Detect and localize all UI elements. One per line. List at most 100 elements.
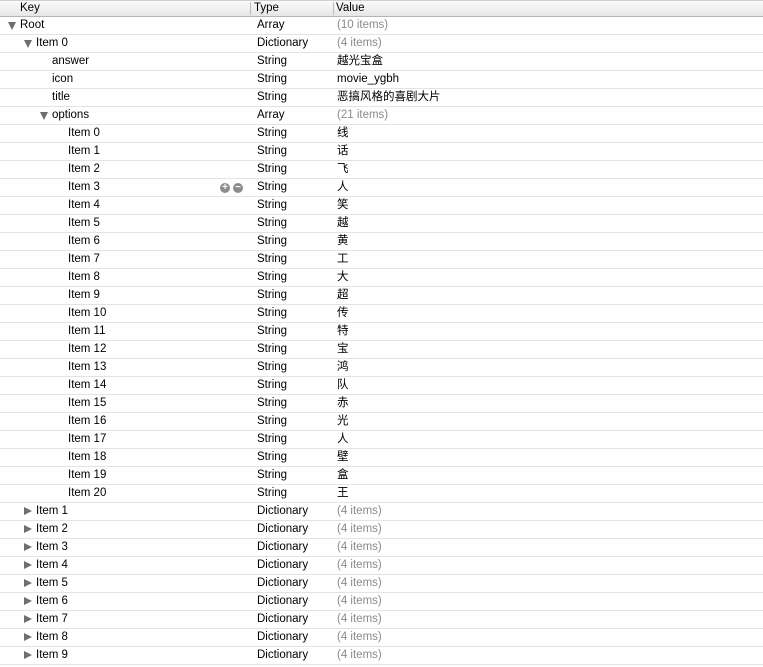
- plist-row[interactable]: Item 0 Dictionary (4 items): [0, 35, 763, 53]
- row-type[interactable]: String: [257, 377, 287, 394]
- row-value[interactable]: (4 items): [337, 629, 382, 646]
- plist-row[interactable]: Item 16 String 光: [0, 413, 763, 431]
- row-key[interactable]: Item 12: [68, 341, 106, 358]
- row-type[interactable]: String: [257, 287, 287, 304]
- row-key[interactable]: Item 10: [68, 305, 106, 322]
- row-key[interactable]: Item 7: [68, 251, 100, 268]
- row-key[interactable]: Item 9: [68, 287, 100, 304]
- plist-row[interactable]: icon String movie_ygbh: [0, 71, 763, 89]
- row-value[interactable]: 越: [337, 215, 349, 232]
- row-value[interactable]: 飞: [337, 161, 349, 178]
- row-key[interactable]: Item 6: [68, 233, 100, 250]
- plist-row[interactable]: Item 9 String 超: [0, 287, 763, 305]
- row-value[interactable]: (4 items): [337, 593, 382, 610]
- row-type[interactable]: String: [257, 395, 287, 412]
- plist-row[interactable]: Item 11 String 特: [0, 323, 763, 341]
- row-type[interactable]: String: [257, 197, 287, 214]
- row-key[interactable]: Item 2: [68, 161, 100, 178]
- row-value[interactable]: (21 items): [337, 107, 388, 124]
- row-value[interactable]: 赤: [337, 395, 349, 412]
- row-value[interactable]: 王: [337, 485, 349, 502]
- row-type[interactable]: String: [257, 161, 287, 178]
- row-value[interactable]: movie_ygbh: [337, 71, 399, 88]
- row-type[interactable]: Dictionary: [257, 503, 308, 520]
- row-value[interactable]: 话: [337, 143, 349, 160]
- disclosure-triangle-icon[interactable]: [40, 112, 48, 120]
- row-value[interactable]: (4 items): [337, 35, 382, 52]
- row-value[interactable]: 笑: [337, 197, 349, 214]
- row-type[interactable]: String: [257, 53, 287, 70]
- plist-row[interactable]: Item 2 Dictionary (4 items): [0, 521, 763, 539]
- disclosure-triangle-icon[interactable]: [24, 40, 32, 48]
- column-divider[interactable]: [250, 2, 251, 15]
- row-value[interactable]: (4 items): [337, 575, 382, 592]
- plist-row[interactable]: title String 恶搞风格的喜剧大片: [0, 89, 763, 107]
- plist-row[interactable]: Item 17 String 人: [0, 431, 763, 449]
- row-key[interactable]: Item 3: [36, 539, 68, 556]
- row-type[interactable]: String: [257, 323, 287, 340]
- plist-row[interactable]: Root Array (10 items): [0, 17, 763, 35]
- row-key[interactable]: Item 3: [68, 179, 100, 196]
- disclosure-triangle-icon[interactable]: [24, 579, 32, 587]
- row-key[interactable]: Item 9: [36, 647, 68, 664]
- row-type[interactable]: Dictionary: [257, 539, 308, 556]
- disclosure-triangle-icon[interactable]: [24, 633, 32, 641]
- row-type[interactable]: String: [257, 305, 287, 322]
- row-value[interactable]: (4 items): [337, 557, 382, 574]
- disclosure-triangle-icon[interactable]: [24, 561, 32, 569]
- row-value[interactable]: 黄: [337, 233, 349, 250]
- row-type[interactable]: String: [257, 269, 287, 286]
- row-key[interactable]: options: [52, 107, 89, 124]
- row-key[interactable]: Item 0: [36, 35, 68, 52]
- row-value[interactable]: 光: [337, 413, 349, 430]
- plist-row[interactable]: Item 19 String 盒: [0, 467, 763, 485]
- plist-row[interactable]: Item 9 Dictionary (4 items): [0, 647, 763, 665]
- row-type[interactable]: Dictionary: [257, 611, 308, 628]
- row-value[interactable]: 大: [337, 269, 349, 286]
- disclosure-triangle-icon[interactable]: [24, 525, 32, 533]
- plist-row[interactable]: answer String 越光宝盒: [0, 53, 763, 71]
- row-type[interactable]: Dictionary: [257, 593, 308, 610]
- row-value[interactable]: 人: [337, 431, 349, 448]
- plist-row[interactable]: Item 6 Dictionary (4 items): [0, 593, 763, 611]
- row-type[interactable]: Array: [257, 107, 284, 124]
- row-value[interactable]: 队: [337, 377, 349, 394]
- row-value[interactable]: (4 items): [337, 611, 382, 628]
- row-value[interactable]: 传: [337, 305, 349, 322]
- row-type[interactable]: Dictionary: [257, 647, 308, 664]
- row-type[interactable]: Dictionary: [257, 629, 308, 646]
- plist-row[interactable]: Item 12 String 宝: [0, 341, 763, 359]
- plist-row[interactable]: Item 1 Dictionary (4 items): [0, 503, 763, 521]
- row-type[interactable]: String: [257, 71, 287, 88]
- column-divider[interactable]: [333, 2, 334, 15]
- row-key[interactable]: Item 7: [36, 611, 68, 628]
- row-key[interactable]: Item 19: [68, 467, 106, 484]
- plist-row[interactable]: Item 15 String 赤: [0, 395, 763, 413]
- row-type[interactable]: String: [257, 215, 287, 232]
- row-key[interactable]: Root: [20, 17, 44, 34]
- row-value[interactable]: (4 items): [337, 503, 382, 520]
- row-type[interactable]: String: [257, 89, 287, 106]
- disclosure-triangle-icon[interactable]: [24, 597, 32, 605]
- row-type[interactable]: String: [257, 359, 287, 376]
- row-key[interactable]: Item 15: [68, 395, 106, 412]
- plist-row[interactable]: Item 3 Dictionary (4 items): [0, 539, 763, 557]
- row-key[interactable]: answer: [52, 53, 89, 70]
- plist-row[interactable]: Item 18 String 壁: [0, 449, 763, 467]
- row-value[interactable]: (4 items): [337, 521, 382, 538]
- row-key[interactable]: Item 16: [68, 413, 106, 430]
- disclosure-triangle-icon[interactable]: [24, 651, 32, 659]
- row-value[interactable]: (10 items): [337, 17, 388, 34]
- plist-row[interactable]: Item 8 String 大: [0, 269, 763, 287]
- row-value[interactable]: 特: [337, 323, 349, 340]
- row-value[interactable]: (4 items): [337, 539, 382, 556]
- add-row-icon[interactable]: +: [220, 183, 230, 193]
- row-key[interactable]: Item 20: [68, 485, 106, 502]
- row-key[interactable]: Item 14: [68, 377, 106, 394]
- plist-row[interactable]: Item 10 String 传: [0, 305, 763, 323]
- plist-row[interactable]: Item 5 String 越: [0, 215, 763, 233]
- row-type[interactable]: String: [257, 467, 287, 484]
- row-value[interactable]: 越光宝盒: [337, 53, 383, 70]
- column-value-header[interactable]: Value: [336, 1, 365, 16]
- row-key[interactable]: Item 5: [68, 215, 100, 232]
